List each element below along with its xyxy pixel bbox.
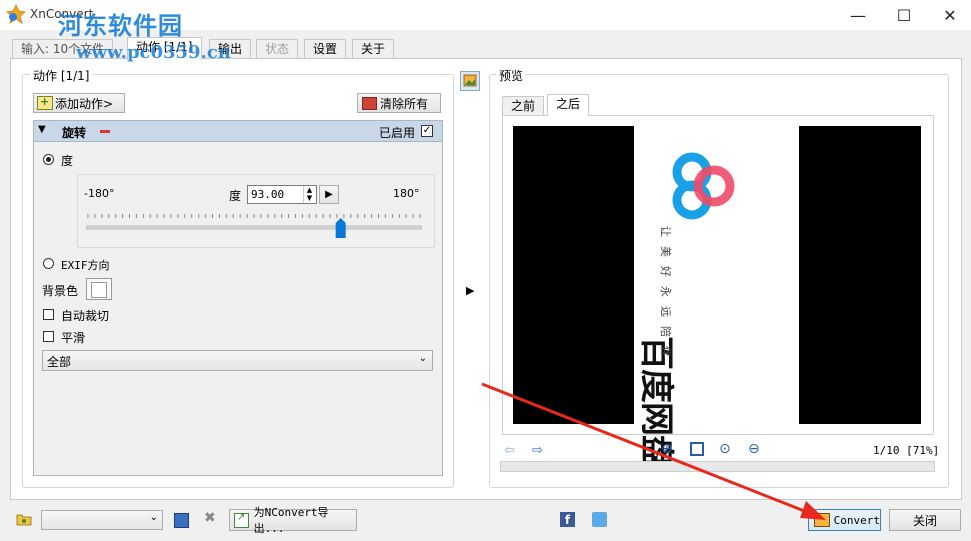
watermark-text: 河东软件园 — [58, 11, 183, 40]
tab-about[interactable]: 关于 — [352, 39, 395, 59]
degree-slider[interactable] — [85, 211, 423, 239]
twitter-icon[interactable] — [592, 512, 607, 527]
preview-tab-before[interactable]: 之前 — [502, 96, 545, 115]
zoom-in-icon[interactable]: ⊕ — [661, 441, 673, 457]
degree-option-label: 度 — [61, 154, 74, 168]
convert-label: Convert — [833, 513, 880, 527]
slider-track — [85, 225, 423, 230]
chevron-down-icon: ⌄ — [418, 353, 427, 364]
clear-all-label: 清除所有 — [380, 96, 429, 111]
add-action-icon: + — [37, 96, 53, 110]
close-window-button[interactable]: ✕ — [927, 0, 971, 30]
degree-value: 93.00 — [251, 188, 285, 201]
preview-tab-after[interactable]: 之后 — [547, 94, 590, 116]
export-icon: ↗ — [234, 512, 249, 528]
bg-color-picker[interactable] — [86, 278, 112, 300]
tab-status[interactable]: 状态 — [256, 39, 299, 59]
exif-radio[interactable] — [43, 258, 54, 269]
enabled-label: 已启用 — [379, 126, 416, 140]
preset-chevron-down-icon: ⌄ — [149, 512, 158, 523]
zoom-out-icon[interactable]: ⊖ — [748, 441, 760, 457]
convert-button[interactable]: Convert — [808, 509, 881, 531]
slider-thumb[interactable] — [335, 218, 346, 238]
add-action-button[interactable]: + 添加动作> — [33, 93, 125, 113]
export-nconvert-button[interactable]: ↗ 为NConvert导出... — [229, 506, 357, 535]
export-nconvert-label: 为NConvert导出... — [253, 506, 329, 535]
close-button[interactable]: 关闭 — [889, 509, 961, 531]
degree-spinbox[interactable]: 93.00 ▲ ▼ — [247, 185, 317, 204]
scope-select[interactable]: 全部 ⌄ — [42, 350, 433, 371]
page-info: 1/10 [71%] — [873, 444, 940, 457]
auto-crop-checkbox[interactable] — [43, 309, 54, 320]
scope-select-value: 全部 — [47, 355, 72, 369]
xnconvert-logo-icon — [6, 4, 26, 24]
remove-action-icon[interactable] — [100, 130, 110, 133]
next-arrow-icon[interactable]: ⇨ — [532, 443, 543, 458]
zoom-actual-icon[interactable]: ⊙ — [719, 441, 731, 457]
save-preset-icon[interactable] — [174, 513, 189, 528]
exif-orientation-label: EXIF方向 — [61, 259, 110, 272]
apply-degree-button[interactable]: ▶ — [319, 185, 339, 204]
auto-crop-label: 自动裁切 — [61, 309, 110, 323]
spin-arrows-icon[interactable]: ▲ ▼ — [303, 186, 315, 203]
expand-right-icon[interactable]: ▶ — [466, 284, 474, 297]
bg-color-label: 背景色 — [42, 284, 79, 298]
preset-select[interactable]: ⌄ — [41, 510, 163, 530]
previous-arrow-icon[interactable]: ⇦ — [504, 443, 515, 458]
clear-all-button[interactable]: 清除所有 — [357, 93, 441, 113]
preview-scrollbar[interactable] — [500, 461, 935, 472]
maximize-button[interactable]: ☐ — [881, 0, 927, 30]
rotate-action-title: 旋转 — [62, 126, 87, 140]
convert-icon — [814, 513, 830, 527]
facebook-icon[interactable]: f — [560, 512, 575, 527]
actions-group-title: 动作 [1/1] — [30, 67, 93, 84]
preview-group-title: 预览 — [496, 67, 527, 84]
collapse-triangle-icon[interactable]: ▼ — [38, 124, 46, 135]
degree-radio[interactable] — [43, 154, 54, 165]
preview-black-bar-left — [513, 126, 634, 424]
fit-to-window-icon[interactable] — [690, 442, 704, 456]
minimize-button[interactable]: — — [835, 0, 881, 30]
min-degree-label: -180° — [84, 187, 115, 200]
delete-preset-icon[interactable]: ✖ — [204, 510, 216, 526]
preview-rotated-text: 百度网盘 让美好永远陪伴 — [634, 226, 799, 468]
open-folder-icon[interactable] — [16, 512, 32, 526]
enabled-checkbox[interactable]: ✓ — [421, 125, 433, 137]
smooth-checkbox[interactable] — [43, 331, 54, 342]
preview-black-bar-right — [799, 126, 921, 424]
smooth-label: 平滑 — [61, 331, 86, 345]
clear-all-icon — [362, 96, 377, 110]
preview-toggle-icon[interactable] — [460, 71, 480, 91]
max-degree-label: 180° — [393, 187, 420, 200]
watermark-url: www.pc0359.cn — [76, 42, 231, 63]
degree-value-label: 度 — [229, 189, 242, 203]
add-action-label: 添加动作> — [55, 96, 114, 111]
tab-settings[interactable]: 设置 — [304, 39, 347, 59]
close-label: 关闭 — [912, 513, 937, 528]
preview-slogan-text: 让美好永远陪伴 — [659, 226, 672, 366]
